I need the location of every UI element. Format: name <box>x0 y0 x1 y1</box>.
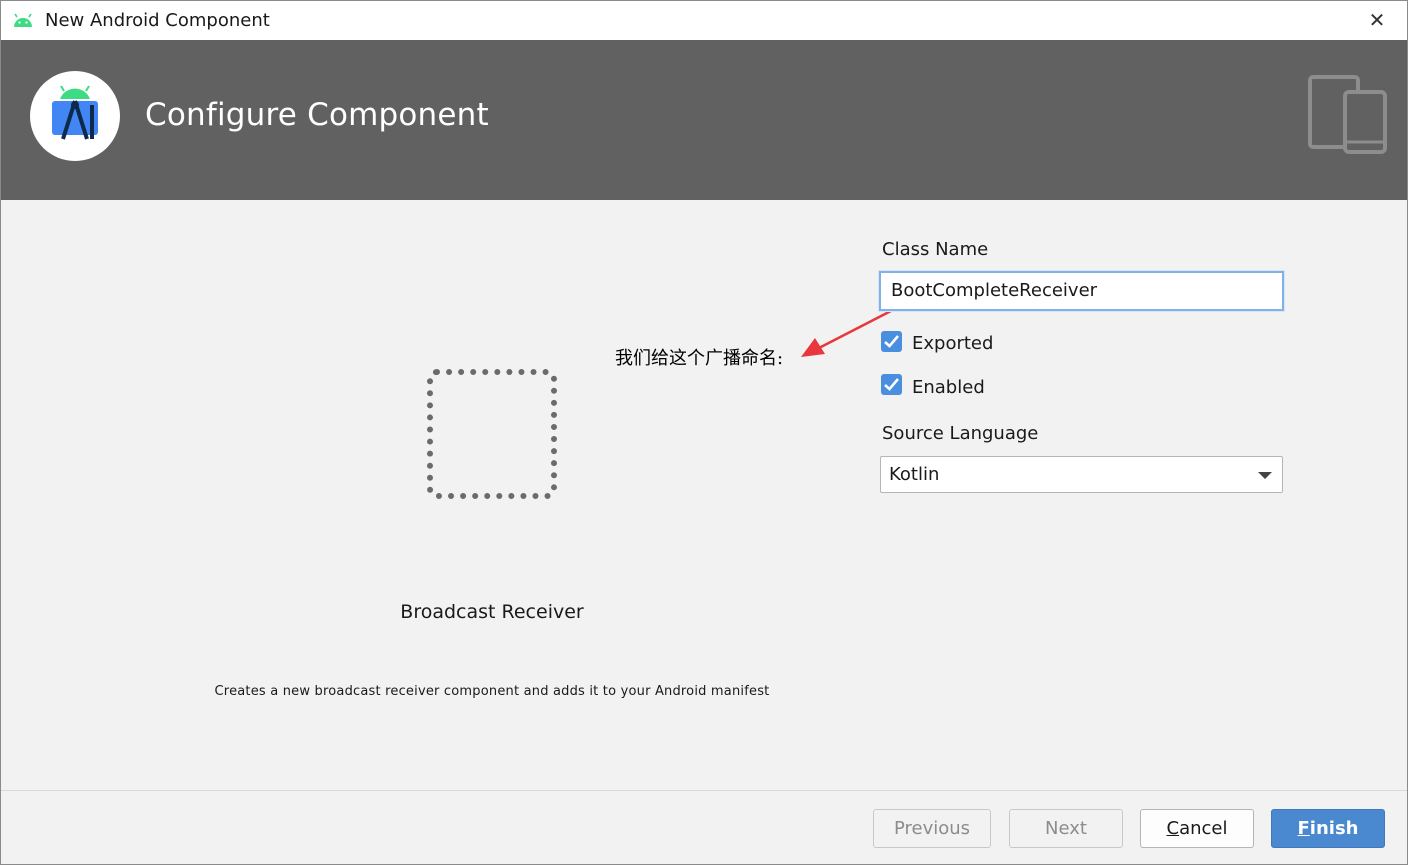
cancel-button[interactable]: Cancel <box>1140 809 1254 848</box>
class-name-label: Class Name <box>882 239 989 260</box>
finish-mnemonic: F <box>1297 818 1310 839</box>
checkmark-icon <box>884 335 899 348</box>
component-placeholder-icon <box>427 369 557 499</box>
checkmark-icon <box>884 378 899 391</box>
enabled-label: Enabled <box>912 377 985 398</box>
next-button[interactable]: Next <box>1009 809 1123 848</box>
footer-divider <box>1 790 1407 791</box>
exported-label: Exported <box>912 333 994 354</box>
exported-checkbox[interactable] <box>881 331 902 352</box>
class-name-input[interactable]: BootCompleteReceiver <box>879 271 1284 311</box>
enabled-checkbox[interactable] <box>881 374 902 395</box>
dialog-window: New Android Component ✕ Configure Compon… <box>0 0 1408 865</box>
window-title: New Android Component <box>45 10 270 31</box>
source-language-select[interactable]: Kotlin <box>880 456 1283 493</box>
component-description: Creates a new broadcast receiver compone… <box>214 684 770 699</box>
cancel-mnemonic: C <box>1166 818 1180 839</box>
chevron-down-icon <box>1258 472 1272 479</box>
header-banner: Configure Component <box>1 40 1407 200</box>
phone-tablet-devices-icon <box>1307 74 1389 158</box>
cancel-label: ancel <box>1179 818 1228 839</box>
title-bar: New Android Component ✕ <box>1 1 1407 40</box>
close-icon[interactable]: ✕ <box>1357 3 1397 37</box>
finish-button[interactable]: Finish <box>1271 809 1385 848</box>
page-title: Configure Component <box>145 97 489 133</box>
source-language-value: Kotlin <box>889 464 940 485</box>
previous-button[interactable]: Previous <box>873 809 991 848</box>
finish-label: inish <box>1309 818 1359 839</box>
android-icon <box>12 12 34 32</box>
component-name: Broadcast Receiver <box>400 601 584 623</box>
android-studio-logo-icon <box>30 71 120 161</box>
source-language-label: Source Language <box>882 423 1039 444</box>
annotation-text: 我们给这个广播命名: <box>615 348 784 369</box>
